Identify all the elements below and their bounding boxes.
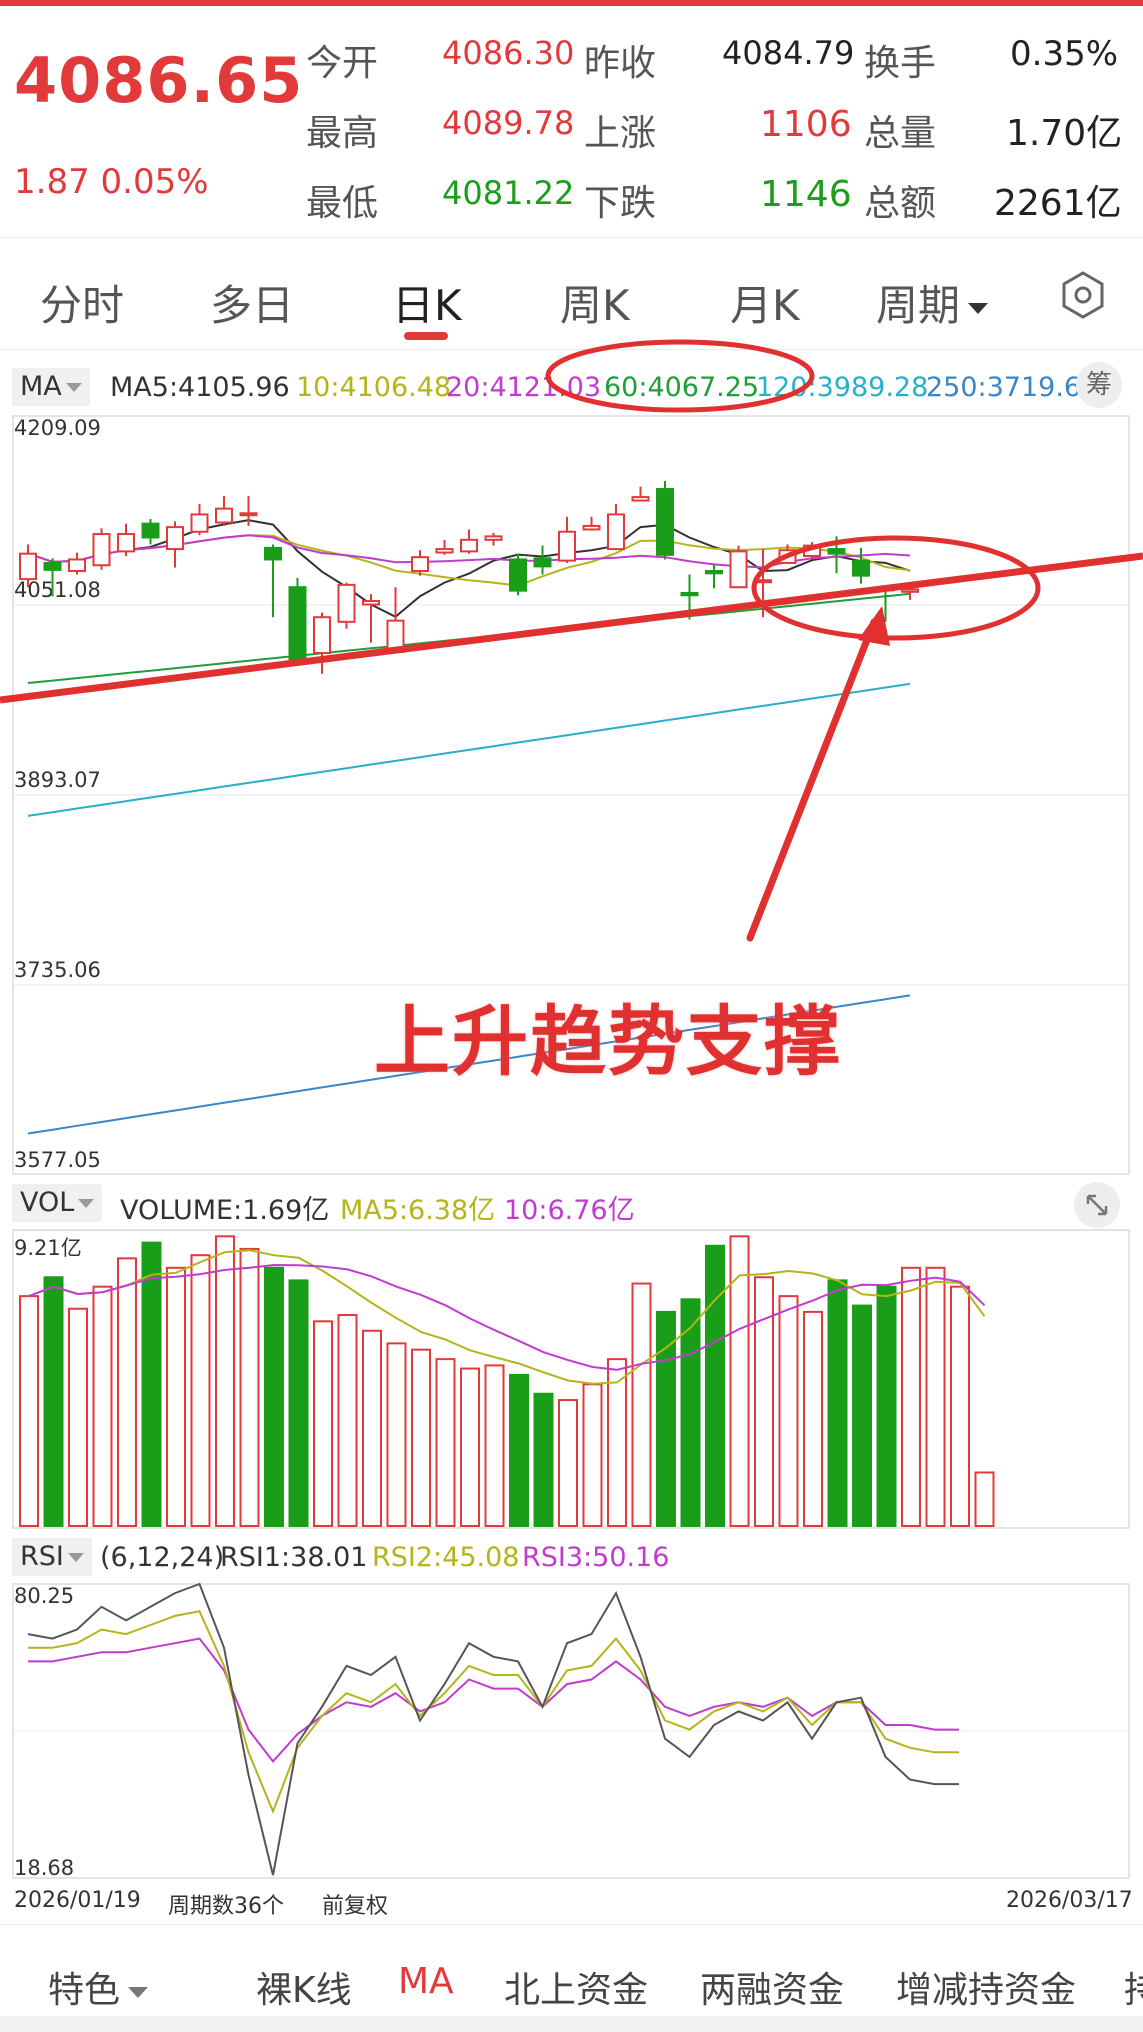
candle-body [827,548,846,555]
candle-body [313,616,331,655]
candle-body [582,524,601,531]
volume-bar [92,1285,113,1528]
volume-bar [950,1285,970,1528]
volume-bar [386,1342,407,1528]
candle-body [852,559,870,577]
volume-bar [166,1266,186,1527]
volume-bar [803,1310,823,1527]
volume-bar [141,1241,162,1528]
volume-bar [656,1310,676,1527]
volume-bar [558,1399,578,1527]
volume-bar [974,1471,995,1527]
volume-bar [852,1304,872,1527]
candle-body [19,552,37,581]
candle-body [362,600,380,606]
bottom-tab-holdings-change[interactable]: 增减持资金 [896,1961,1076,2013]
candle-body [411,556,429,573]
candle-body [190,513,209,533]
candle-body [729,550,748,589]
bottom-tab-margin[interactable]: 两融资金 [700,1961,844,2013]
volume-bar [484,1364,505,1528]
bottom-tab-featured[interactable]: 特色 [48,1961,149,2013]
volume-bar [705,1244,725,1527]
candle-body [607,513,625,551]
volume-bar [901,1266,921,1527]
volume-bar [362,1329,382,1528]
bottom-strip [0,2016,1143,2032]
volume-bar [876,1285,897,1528]
volume-bar [239,1247,260,1528]
volume-bar [754,1276,774,1528]
candle-body [631,496,650,502]
volume-bar [729,1235,750,1527]
candle-body [509,558,527,592]
volume-bar [19,1295,39,1527]
candle-body [43,561,62,571]
bottom-tab-featured-label: 特色 [48,1970,121,2011]
volume-bar [337,1314,358,1528]
candle-body [264,546,282,561]
adjust-mode: 前复权 [322,1894,389,1919]
candle-body [901,588,919,593]
candle-body [117,533,135,553]
volume-bar [313,1320,333,1528]
annotation-text: 上升趋势支撑 [374,997,842,1086]
volume-bar [827,1279,848,1527]
volume-bar [607,1358,627,1528]
chevron-down-icon [128,1986,149,1998]
period-count: 周期数36个 [168,1894,284,1919]
candle-body [705,570,723,575]
start-date: 2026/01/19 [14,1888,141,1913]
candle-body [92,533,111,567]
candle-body [484,535,503,541]
volume-bar [582,1383,603,1527]
volume-bar [631,1282,652,1527]
candle-body [656,488,674,556]
volume-bar [68,1307,88,1528]
volume-bar [460,1367,480,1527]
volume-bar [925,1266,946,1527]
volume-bar [288,1279,309,1527]
candle-body [288,586,307,661]
candle-body [141,522,160,539]
volume-bar [264,1266,284,1527]
volume-bar [509,1373,529,1528]
volume-bar [43,1276,64,1528]
annotation-circle-ma60 [545,339,815,413]
volume-bar [533,1392,554,1527]
kline-chart[interactable] [0,0,1143,1924]
volume-bar [117,1257,137,1527]
volume-bar [411,1348,431,1527]
end-date: 2026/03/17 [1006,1888,1133,1913]
volume-bar [778,1295,799,1527]
candle-body [239,512,258,517]
volume-bar [435,1358,456,1528]
volume-bar [190,1254,211,1527]
rsi1-line [27,1582,959,1876]
candle-body [68,558,86,573]
candle-body [533,557,552,568]
candle-body [680,591,699,597]
candle-body [166,526,184,551]
bottom-tab-northbound[interactable]: 北上资金 [504,1961,648,2013]
ma120-line [27,682,911,817]
candle-body [435,548,454,554]
candle-body [460,538,478,553]
candle-body [215,507,233,524]
annotation-arrow-shaft [746,618,878,942]
volume-bar [215,1235,235,1527]
bottom-tab-naked-k[interactable]: 裸K线 [256,1961,352,2013]
candle-body [558,530,576,562]
bottom-tab-more[interactable]: 持 [1124,1961,1143,2013]
bottom-tab-ma[interactable]: MA [398,1961,454,2002]
candle-body [337,583,356,623]
